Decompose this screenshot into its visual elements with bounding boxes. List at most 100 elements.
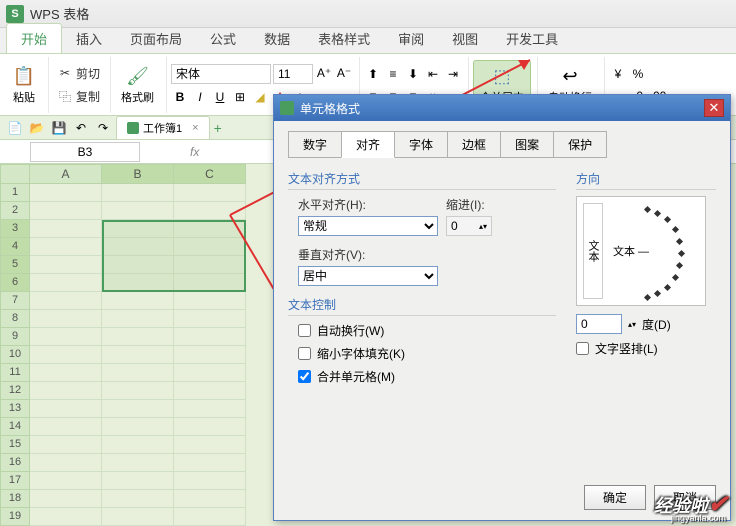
- col-header-c[interactable]: C: [174, 164, 246, 184]
- row-header[interactable]: 3: [0, 220, 30, 238]
- dlg-tab-font[interactable]: 字体: [394, 131, 448, 158]
- border-button[interactable]: ⊞: [231, 88, 249, 106]
- decrease-indent-icon[interactable]: ⇤: [424, 65, 442, 83]
- save-icon[interactable]: 💾: [50, 119, 68, 137]
- cell[interactable]: [30, 508, 102, 526]
- tab-review[interactable]: 审阅: [384, 24, 438, 53]
- row-header[interactable]: 6: [0, 274, 30, 292]
- cell[interactable]: [174, 328, 246, 346]
- cell[interactable]: [30, 490, 102, 508]
- cell[interactable]: [30, 346, 102, 364]
- cell[interactable]: [102, 328, 174, 346]
- col-header-a[interactable]: A: [30, 164, 102, 184]
- cell[interactable]: [174, 454, 246, 472]
- col-header-b[interactable]: B: [102, 164, 174, 184]
- dlg-tab-border[interactable]: 边框: [447, 131, 501, 158]
- align-top-icon[interactable]: ⬆: [364, 65, 382, 83]
- row-header[interactable]: 10: [0, 346, 30, 364]
- cell[interactable]: [30, 454, 102, 472]
- row-header[interactable]: 14: [0, 418, 30, 436]
- cell[interactable]: [30, 400, 102, 418]
- format-painter-button[interactable]: 🖌 格式刷: [115, 63, 160, 107]
- cell[interactable]: [30, 238, 102, 256]
- dlg-tab-pattern[interactable]: 图案: [500, 131, 554, 158]
- cell[interactable]: [30, 220, 102, 238]
- paste-button[interactable]: 📋 粘贴: [6, 63, 42, 107]
- cell[interactable]: [174, 400, 246, 418]
- cell[interactable]: [174, 184, 246, 202]
- cell[interactable]: [102, 400, 174, 418]
- row-header[interactable]: 19: [0, 508, 30, 526]
- cell[interactable]: [30, 472, 102, 490]
- cell[interactable]: [102, 310, 174, 328]
- degree-input[interactable]: [576, 314, 622, 334]
- cell[interactable]: [174, 508, 246, 526]
- undo-icon[interactable]: ↶: [72, 119, 90, 137]
- row-header[interactable]: 4: [0, 238, 30, 256]
- cell[interactable]: [102, 238, 174, 256]
- row-header[interactable]: 7: [0, 292, 30, 310]
- cell[interactable]: [30, 328, 102, 346]
- ok-button[interactable]: 确定: [584, 485, 646, 510]
- h-align-select[interactable]: 常规: [298, 216, 438, 236]
- cell[interactable]: [174, 220, 246, 238]
- tab-insert[interactable]: 插入: [62, 24, 116, 53]
- cell[interactable]: [30, 184, 102, 202]
- new-doc-icon[interactable]: 📄: [6, 119, 24, 137]
- cell[interactable]: [30, 436, 102, 454]
- bold-button[interactable]: B: [171, 88, 189, 106]
- cell[interactable]: [174, 256, 246, 274]
- tab-developer[interactable]: 开发工具: [492, 24, 572, 53]
- cell[interactable]: [102, 472, 174, 490]
- dlg-tab-align[interactable]: 对齐: [341, 131, 395, 158]
- cell[interactable]: [30, 364, 102, 382]
- open-icon[interactable]: 📂: [28, 119, 46, 137]
- tab-formula[interactable]: 公式: [196, 24, 250, 53]
- redo-icon[interactable]: ↷: [94, 119, 112, 137]
- cell[interactable]: [174, 274, 246, 292]
- add-tab-icon[interactable]: +: [214, 120, 222, 136]
- wrap-checkbox[interactable]: [298, 324, 311, 337]
- cell[interactable]: [30, 202, 102, 220]
- increase-indent-icon[interactable]: ⇥: [444, 65, 462, 83]
- cell[interactable]: [102, 256, 174, 274]
- cell[interactable]: [102, 436, 174, 454]
- tab-data[interactable]: 数据: [250, 24, 304, 53]
- cell[interactable]: [30, 292, 102, 310]
- row-header[interactable]: 2: [0, 202, 30, 220]
- dlg-tab-protect[interactable]: 保护: [553, 131, 607, 158]
- cell[interactable]: [102, 274, 174, 292]
- row-header[interactable]: 15: [0, 436, 30, 454]
- cell[interactable]: [174, 472, 246, 490]
- dialog-close-button[interactable]: ✕: [704, 99, 724, 117]
- name-box[interactable]: [30, 142, 140, 162]
- align-middle-icon[interactable]: ≡: [384, 65, 402, 83]
- cell[interactable]: [30, 310, 102, 328]
- cell[interactable]: [174, 436, 246, 454]
- cell[interactable]: [174, 238, 246, 256]
- v-align-select[interactable]: 居中: [298, 266, 438, 286]
- cell[interactable]: [174, 382, 246, 400]
- row-header[interactable]: 12: [0, 382, 30, 400]
- underline-button[interactable]: U: [211, 88, 229, 106]
- cell[interactable]: [102, 202, 174, 220]
- row-header[interactable]: 11: [0, 364, 30, 382]
- font-size-select[interactable]: [273, 64, 313, 84]
- row-header[interactable]: 18: [0, 490, 30, 508]
- cell[interactable]: [174, 310, 246, 328]
- align-bottom-icon[interactable]: ⬇: [404, 65, 422, 83]
- orientation-dial[interactable]: 文本 —: [609, 203, 699, 299]
- row-header[interactable]: 9: [0, 328, 30, 346]
- cell[interactable]: [102, 364, 174, 382]
- row-header[interactable]: 5: [0, 256, 30, 274]
- row-header[interactable]: 16: [0, 454, 30, 472]
- decrease-font-icon[interactable]: A⁻: [335, 64, 353, 82]
- row-header[interactable]: 13: [0, 400, 30, 418]
- cell[interactable]: [102, 382, 174, 400]
- cell[interactable]: [30, 418, 102, 436]
- row-header[interactable]: 17: [0, 472, 30, 490]
- workbook-tab[interactable]: 工作簿1 ×: [116, 116, 210, 140]
- indent-spinner[interactable]: 0▴▾: [446, 216, 492, 236]
- cut-button[interactable]: ✂剪切: [53, 63, 104, 84]
- cell[interactable]: [30, 256, 102, 274]
